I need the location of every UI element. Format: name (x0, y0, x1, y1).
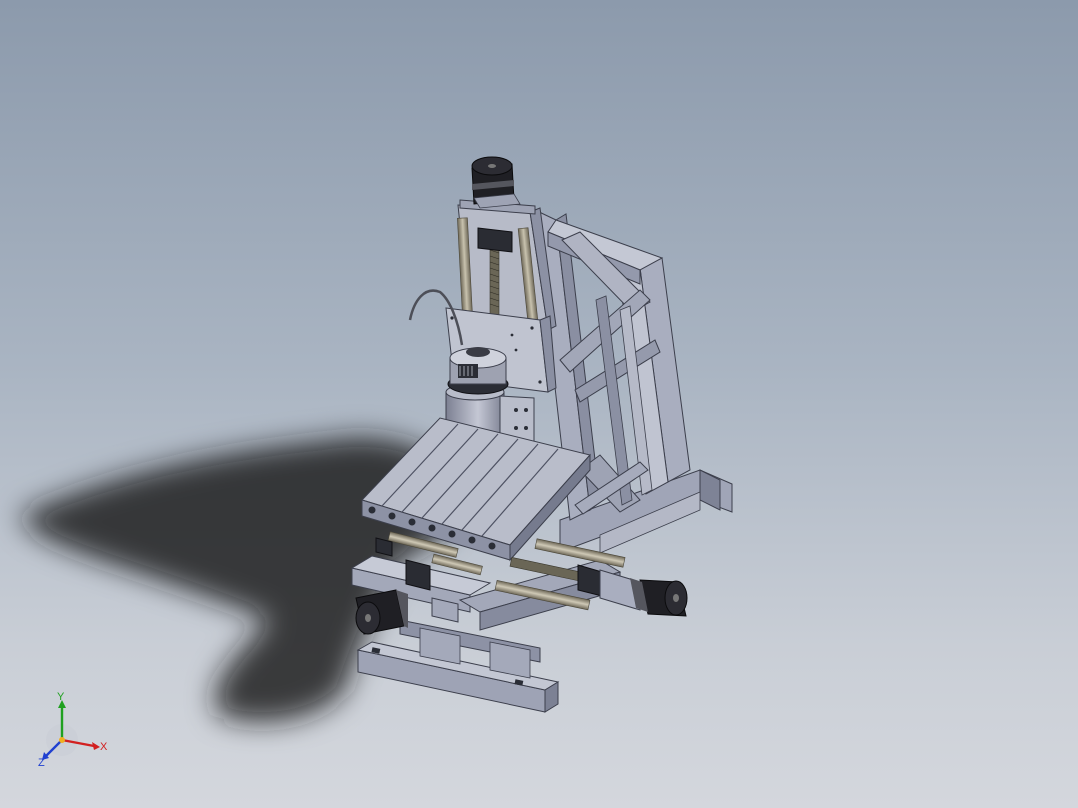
z-axis-label: Z (38, 757, 45, 769)
y-axis-label: Y (57, 691, 65, 703)
axis-triad: Y X Z (38, 691, 108, 769)
z-stepper-motor[interactable] (471, 156, 521, 209)
x-axis-label: X (100, 741, 108, 753)
coupler-block (477, 227, 513, 253)
graphics-viewport[interactable]: Y X Z (0, 0, 1078, 808)
cnc-machine-model[interactable] (0, 0, 1078, 808)
y-stepper-motor[interactable] (630, 578, 688, 617)
base-frame[interactable] (356, 619, 560, 713)
